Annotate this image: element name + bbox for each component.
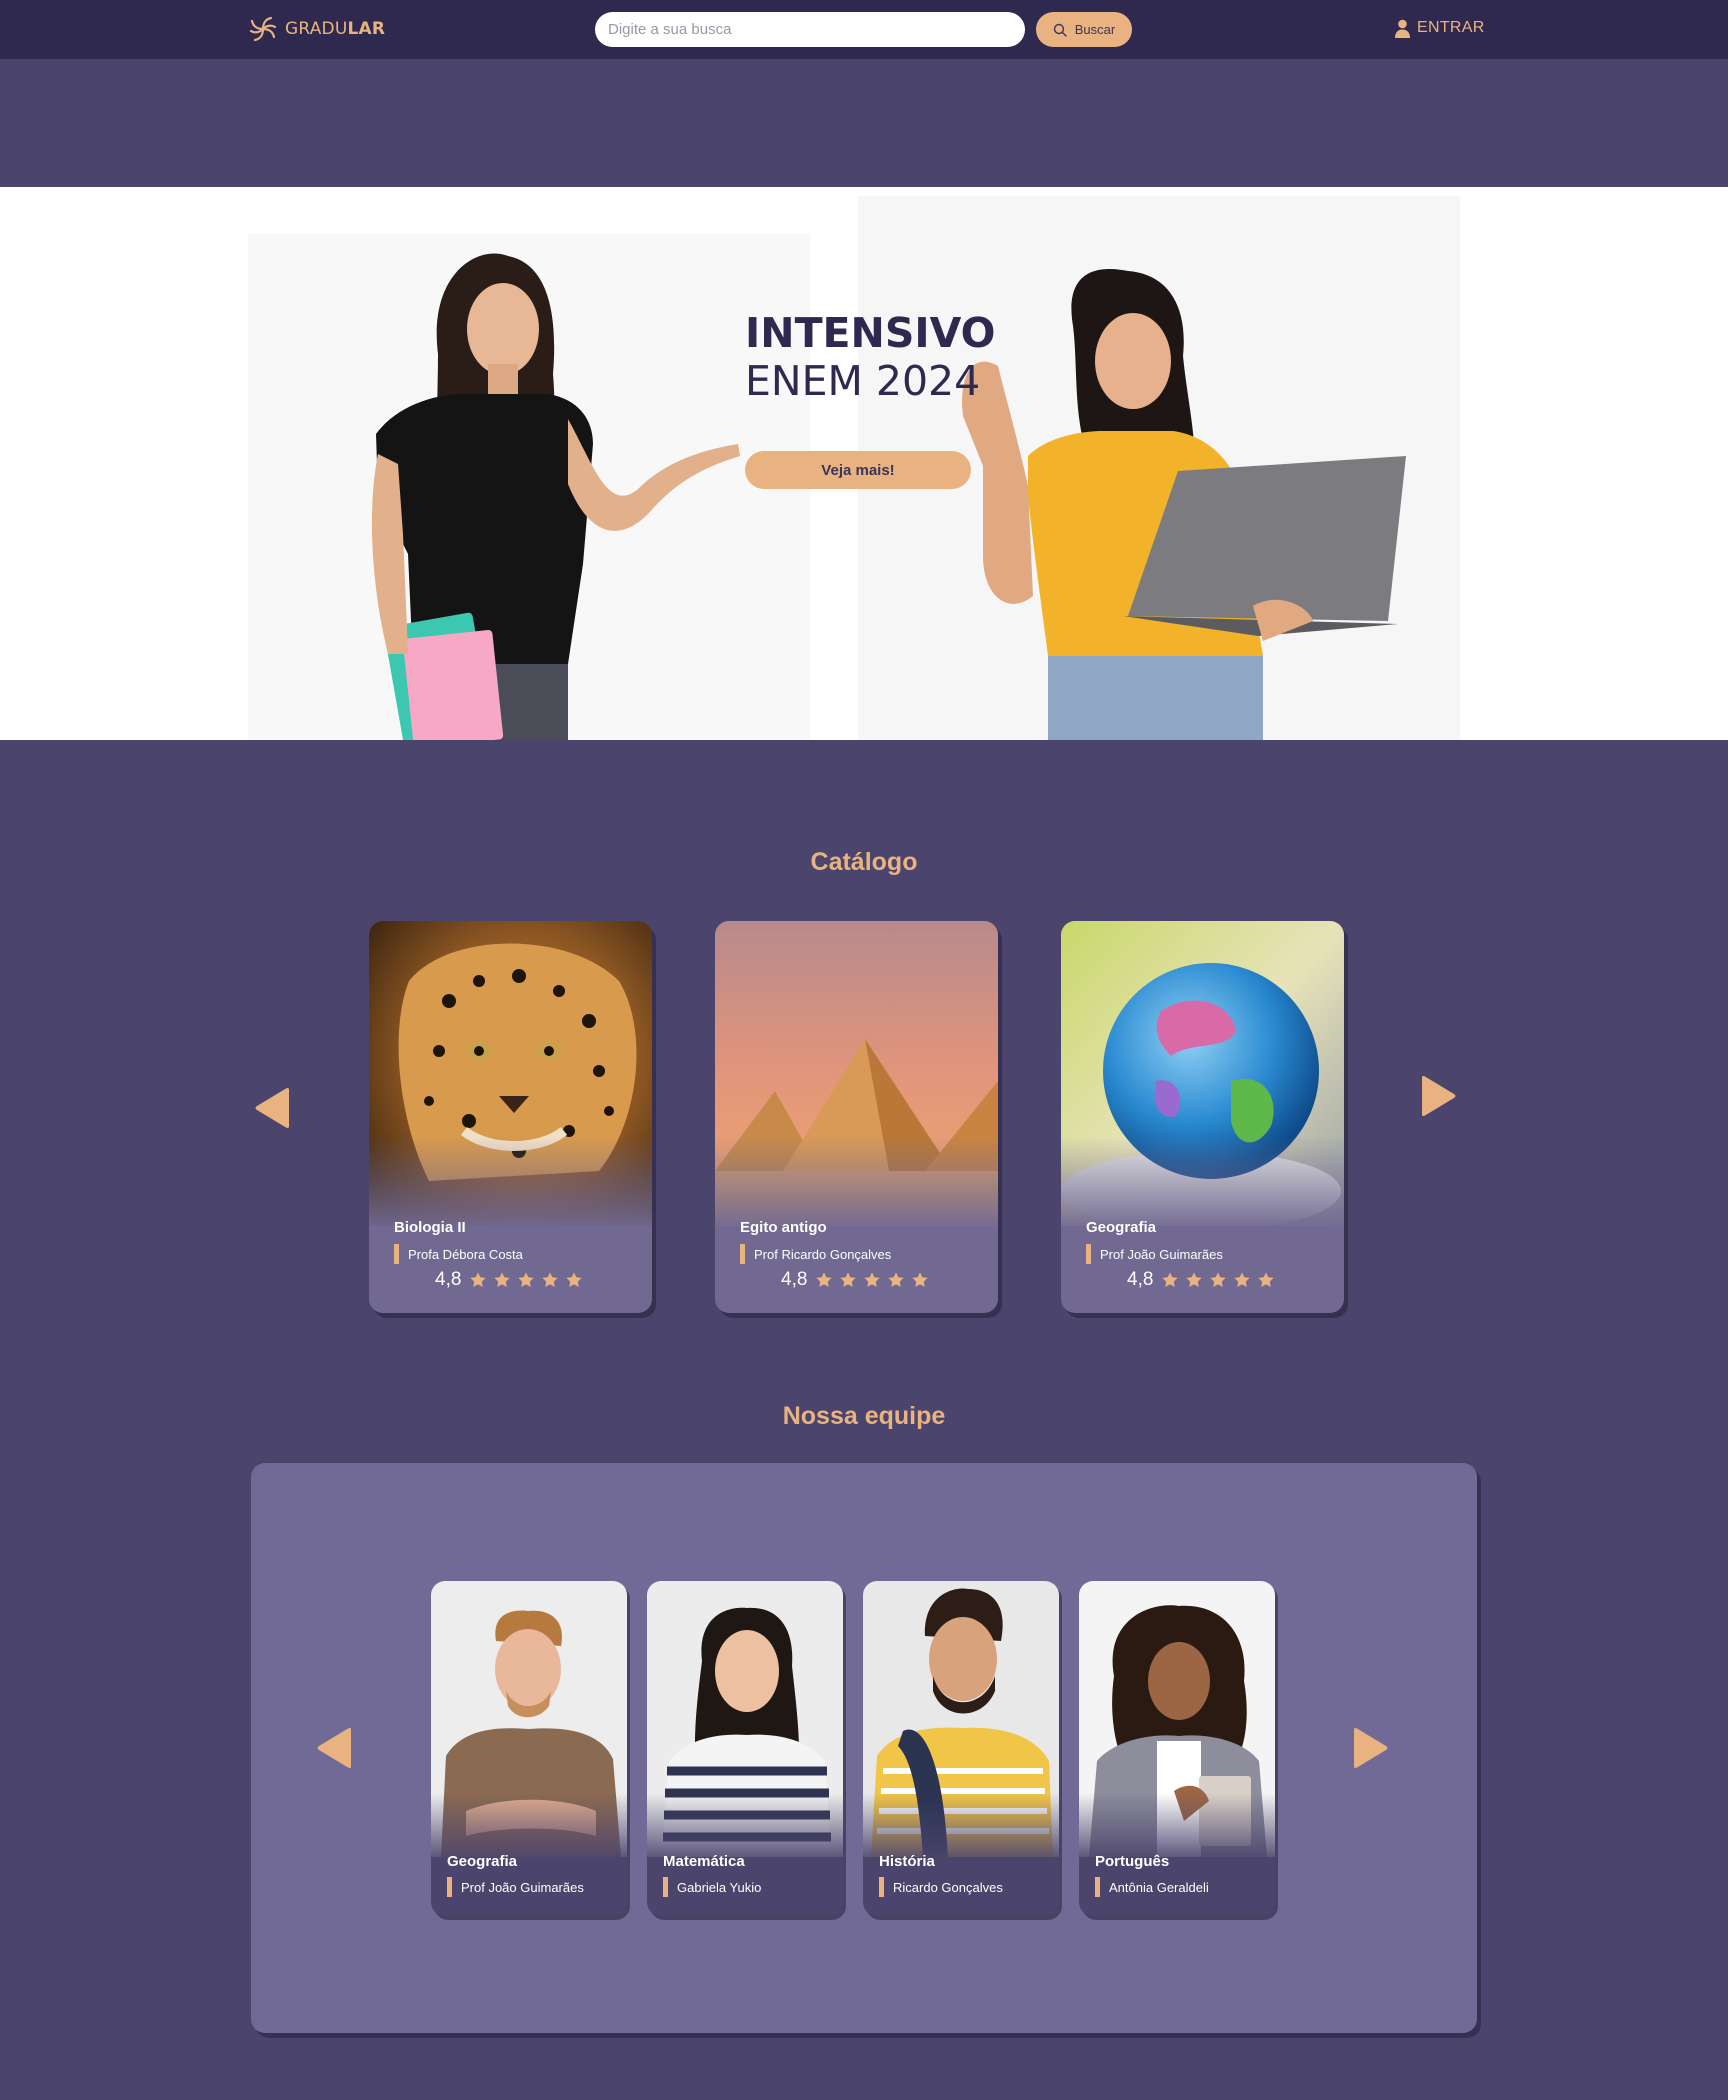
logo-text: GRADULAR — [285, 19, 386, 39]
team-panel: Geografia Prof João Guimarães Matemática — [251, 1463, 1477, 2033]
star-icon — [566, 1272, 583, 1287]
star-icon — [470, 1272, 487, 1287]
course-teacher: Prof Ricardo Gonçalves — [740, 1244, 891, 1264]
search-button-label: Buscar — [1074, 22, 1116, 37]
course-teacher: Profa Débora Costa — [394, 1244, 523, 1264]
catalog-title: Catálogo — [810, 848, 918, 876]
hero-banner: INTENSIVO ENEM 2024 Veja mais! — [0, 187, 1728, 740]
arrow-right-icon — [1422, 1076, 1456, 1116]
course-card-egito[interactable]: Egito antigo Prof Ricardo Gonçalves 4,8 — [715, 921, 998, 1313]
hero-title: INTENSIVO ENEM 2024 — [745, 309, 996, 405]
arrow-left-icon — [255, 1088, 289, 1128]
rating-value: 4,8 — [781, 1269, 808, 1290]
member-subject: Geografia — [447, 1853, 518, 1870]
member-name: Prof João Guimarães — [447, 1877, 584, 1897]
member-subject: Português — [1095, 1853, 1170, 1870]
star-icon — [1234, 1272, 1251, 1287]
team-member-card[interactable]: Matemática Gabriela Yukio — [647, 1581, 843, 1916]
star-icon — [864, 1272, 881, 1287]
login-link[interactable]: ENTRAR — [1394, 17, 1485, 39]
course-teacher: Prof João Guimarães — [1086, 1244, 1223, 1264]
top-navbar: GRADULAR Buscar ENTRAR — [0, 0, 1728, 59]
course-title: Egito antigo — [740, 1219, 827, 1236]
catalog-next-button[interactable] — [1418, 1075, 1458, 1117]
team-prev-button[interactable] — [315, 1726, 355, 1770]
star-icon — [542, 1272, 559, 1287]
member-subject: Matemática — [663, 1853, 745, 1870]
rating-value: 4,8 — [1127, 1269, 1154, 1290]
login-label: ENTRAR — [1417, 19, 1485, 36]
catalog-prev-button[interactable] — [253, 1087, 293, 1129]
star-icon — [840, 1272, 857, 1287]
course-rating: 4,8 — [1127, 1269, 1275, 1291]
course-rating: 4,8 — [781, 1269, 929, 1291]
star-icon — [1186, 1272, 1203, 1287]
member-name: Gabriela Yukio — [663, 1877, 761, 1897]
logo[interactable]: GRADULAR — [248, 14, 385, 44]
rating-value: 4,8 — [435, 1269, 462, 1290]
see-more-button[interactable]: Veja mais! — [745, 451, 971, 489]
team-title: Nossa equipe — [782, 1402, 946, 1430]
course-card-biologia[interactable]: Biologia II Profa Débora Costa 4,8 — [369, 921, 652, 1313]
hero-title-line2: ENEM 2024 — [745, 357, 981, 405]
team-next-button[interactable] — [1350, 1726, 1390, 1770]
star-icon — [1162, 1272, 1179, 1287]
star-icon — [912, 1272, 929, 1287]
star-icon — [518, 1272, 535, 1287]
course-card-geografia[interactable]: Geografia Prof João Guimarães 4,8 — [1061, 921, 1344, 1313]
team-member-card[interactable]: Geografia Prof João Guimarães — [431, 1581, 627, 1916]
member-name: Ricardo Gonçalves — [879, 1877, 1003, 1897]
team-member-card[interactable]: Português Antônia Geraldeli — [1079, 1581, 1275, 1916]
search-icon — [1053, 23, 1067, 37]
arrow-left-icon — [317, 1728, 351, 1768]
course-title: Geografia — [1086, 1219, 1157, 1236]
star-icon — [1258, 1272, 1275, 1287]
star-icon — [816, 1272, 833, 1287]
student-photo-left — [248, 234, 810, 740]
member-subject: História — [879, 1853, 935, 1870]
hero-title-line1: INTENSIVO — [745, 309, 996, 357]
user-icon — [1395, 19, 1410, 38]
arrow-right-icon — [1354, 1728, 1388, 1768]
member-name: Antônia Geraldeli — [1095, 1877, 1209, 1897]
search-button[interactable]: Buscar — [1036, 12, 1132, 47]
star-icon — [494, 1272, 511, 1287]
star-icon — [1210, 1272, 1227, 1287]
search-input[interactable] — [595, 12, 1025, 47]
course-title: Biologia II — [394, 1219, 466, 1236]
course-rating: 4,8 — [435, 1269, 583, 1291]
spiral-logo-icon — [249, 16, 277, 42]
team-member-card[interactable]: História Ricardo Gonçalves — [863, 1581, 1059, 1916]
star-icon — [888, 1272, 905, 1287]
